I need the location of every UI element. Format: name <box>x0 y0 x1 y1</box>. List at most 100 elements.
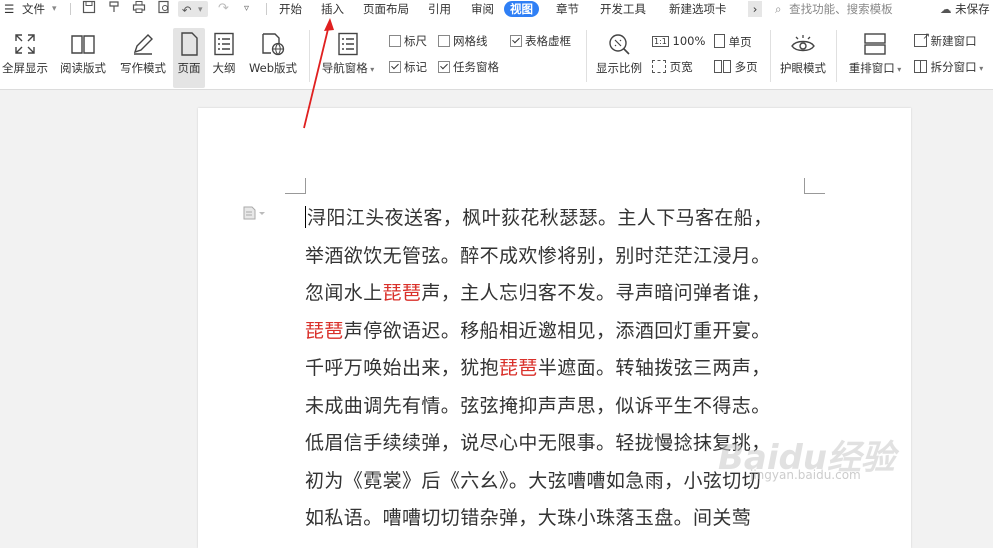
tab-section[interactable]: 章节 <box>552 0 583 18</box>
save-icon[interactable] <box>82 0 96 18</box>
tab-references[interactable]: 引用 <box>424 0 455 18</box>
ribbon-view: 全屏显示 阅读版式 写作模式 页面 大纲 Web版式 导航窗格 ▾ 标尺 网格线… <box>0 18 993 90</box>
search-icon: ⌕ <box>775 2 782 16</box>
highlighted-text: 琵琶 <box>382 282 422 304</box>
page-width-icon <box>652 60 666 73</box>
task-pane-box[interactable] <box>438 61 450 73</box>
document-body[interactable]: 浔阳江头夜送客，枫叶荻花秋瑟瑟。主人下马客在船， 举酒欲饮无管弦。醉不成欢惨将别，… <box>305 200 773 538</box>
multi-page-button[interactable]: 多页 <box>714 60 758 76</box>
reading-layout-button[interactable]: 阅读版式 <box>56 32 110 76</box>
text-cursor <box>305 206 306 228</box>
new-window-button[interactable]: ↗ 新建窗口 <box>914 32 977 48</box>
baidu-watermark-url: jingyan.baidu.com <box>750 468 861 482</box>
multi-page-icon <box>714 60 731 76</box>
gridlines-box[interactable] <box>438 35 450 47</box>
cloud-icon: ☁ <box>940 2 952 16</box>
tab-home[interactable]: 开始 <box>275 0 306 18</box>
zoom-100-label: 100% <box>672 34 706 48</box>
nav-pane-button[interactable]: 导航窗格 ▾ <box>318 32 378 76</box>
table-gridlines-box[interactable] <box>510 35 522 47</box>
reading-layout-label: 阅读版式 <box>60 61 106 75</box>
tab-page-layout[interactable]: 页面布局 <box>359 0 413 18</box>
rearrange-window-icon <box>844 32 906 56</box>
document-page[interactable]: 浔阳江头夜送客，枫叶荻花秋瑟瑟。主人下马客在船， 举酒欲饮无管弦。醉不成欢惨将别，… <box>198 108 911 548</box>
writing-mode-button[interactable]: 写作模式 <box>116 32 170 76</box>
redo-icon[interactable]: ↷ <box>218 0 229 18</box>
tab-insert[interactable]: 插入 <box>317 0 348 18</box>
tab-new-tab[interactable]: 新建选项卡 <box>665 0 731 18</box>
book-icon <box>56 32 110 56</box>
writing-mode-label: 写作模式 <box>120 61 166 75</box>
new-window-icon: ↗ <box>914 32 930 47</box>
text-line: 举酒欲饮无管弦。醉不成欢惨将别，别时茫茫江浸月。 <box>305 238 773 276</box>
rearrange-window-button[interactable]: 重排窗口 ▾ <box>844 32 906 76</box>
text-run: 半遮面。转轴拨弦三两声， <box>537 357 771 379</box>
split-window-icon <box>914 60 927 73</box>
search-box[interactable]: ⌕ 查找功能、搜索模板 <box>775 0 893 18</box>
menu-bar: ☰ 文件 ▾ ↶ ▾ ↷ ▿ 开始 插入 页面布局 引用 审阅 视图 章节 开发… <box>0 0 993 18</box>
page-icon <box>173 32 205 56</box>
zoom-ratio-button[interactable]: 显示比例 <box>592 32 646 76</box>
gridlines-checkbox[interactable]: 网格线 <box>438 34 488 48</box>
web-layout-button[interactable]: Web版式 <box>244 32 302 76</box>
undo-dropdown-icon[interactable]: ▾ <box>198 1 203 19</box>
text-line: 如私语。嘈嘈切切错杂弹，大珠小珠落玉盘。间关莺 <box>305 500 773 538</box>
undo-button[interactable]: ↶ ▾ <box>178 1 208 17</box>
marks-checkbox[interactable]: 标记 <box>389 60 427 74</box>
more-tabs-button[interactable]: › <box>748 1 762 17</box>
search-placeholder: 查找功能、搜索模板 <box>789 2 893 16</box>
text-line: 千呼万唤始出来，犹抱琵琶半遮面。转轴拨弦三两声， <box>305 350 773 388</box>
nav-pane-label: 导航窗格 ▾ <box>321 61 375 75</box>
undo-icon: ↶ <box>182 3 192 17</box>
text-run: 忽闻水上 <box>305 282 383 304</box>
page-width-button[interactable]: 页宽 <box>652 60 693 74</box>
outline-label: 大纲 <box>212 61 236 75</box>
text-run: 举酒欲饮无管弦。醉不成欢惨将别，别时茫茫江浸月。 <box>305 244 771 267</box>
single-page-label: 单页 <box>728 35 752 49</box>
page-view-button[interactable]: 页面 <box>173 28 205 88</box>
cloud-save-status[interactable]: ☁ 未保存 <box>940 0 990 18</box>
page-view-label: 页面 <box>177 61 201 75</box>
task-pane-checkbox[interactable]: 任务窗格 <box>438 60 499 74</box>
margin-corner-top-left <box>285 178 306 194</box>
customize-toolbar-icon[interactable]: ▿ <box>244 0 249 18</box>
document-canvas: 浔阳江头夜送客，枫叶荻花秋瑟瑟。主人下马客在船， 举酒欲饮无管弦。醉不成欢惨将别，… <box>0 90 993 548</box>
ruler-checkbox[interactable]: 标尺 <box>389 34 427 48</box>
print-preview-icon[interactable] <box>157 0 171 18</box>
text-run: 千呼万唤始出来，犹抱 <box>305 357 500 379</box>
single-page-icon <box>714 34 725 48</box>
tab-developer[interactable]: 开发工具 <box>596 0 650 18</box>
text-line: 未成曲调先有情。弦弦掩抑声声思，似诉平生不得志。 <box>305 388 773 426</box>
table-gridlines-checkbox[interactable]: 表格虚框 <box>510 34 571 48</box>
chevron-right-icon: › <box>752 2 758 16</box>
outline-button[interactable]: 大纲 <box>208 32 240 76</box>
tab-review[interactable]: 审阅 <box>467 0 498 18</box>
page-width-label: 页宽 <box>669 60 693 74</box>
text-line: 浔阳江头夜送客，枫叶荻花秋瑟瑟。主人下马客在船， <box>305 200 773 238</box>
tab-view[interactable]: 视图 <box>504 1 539 17</box>
eye-protect-label: 护眼模式 <box>780 61 826 75</box>
menu-icon[interactable]: ☰ <box>4 0 14 18</box>
format-painter-icon[interactable] <box>107 0 121 18</box>
new-window-label: 新建窗口 <box>930 34 977 48</box>
print-icon[interactable] <box>132 0 146 18</box>
marks-box[interactable] <box>389 61 401 73</box>
zoom-magnifier-icon <box>592 32 646 56</box>
single-page-button[interactable]: 单页 <box>714 34 752 49</box>
globe-page-icon <box>244 32 302 56</box>
split-window-label: 拆分窗口 <box>930 60 977 74</box>
zoom-100-button[interactable]: 1:1 100% <box>652 34 705 48</box>
fullscreen-button[interactable]: 全屏显示 <box>0 32 50 76</box>
unsaved-label: 未保存 <box>955 2 990 16</box>
text-run: 浔阳江头夜送客，枫叶荻花秋瑟瑟。主人下马客在船， <box>307 207 773 229</box>
split-window-button[interactable]: 拆分窗口 ▾ <box>914 60 983 76</box>
file-menu[interactable]: 文件 <box>22 0 45 18</box>
fullscreen-label: 全屏显示 <box>2 61 48 75</box>
file-dropdown-icon[interactable]: ▾ <box>52 0 57 18</box>
ruler-box[interactable] <box>389 35 401 47</box>
text-line: 低眉信手续续弹，说尽心中无限事。轻拢慢捻抹复挑， <box>305 425 773 463</box>
outline-icon <box>208 32 240 56</box>
text-run: 声停欲语迟。移船相近邀相见，添酒回灯重开宴。 <box>343 319 771 342</box>
eye-protect-button[interactable]: 护眼模式 <box>776 32 830 76</box>
paragraph-options-icon[interactable] <box>243 205 265 224</box>
